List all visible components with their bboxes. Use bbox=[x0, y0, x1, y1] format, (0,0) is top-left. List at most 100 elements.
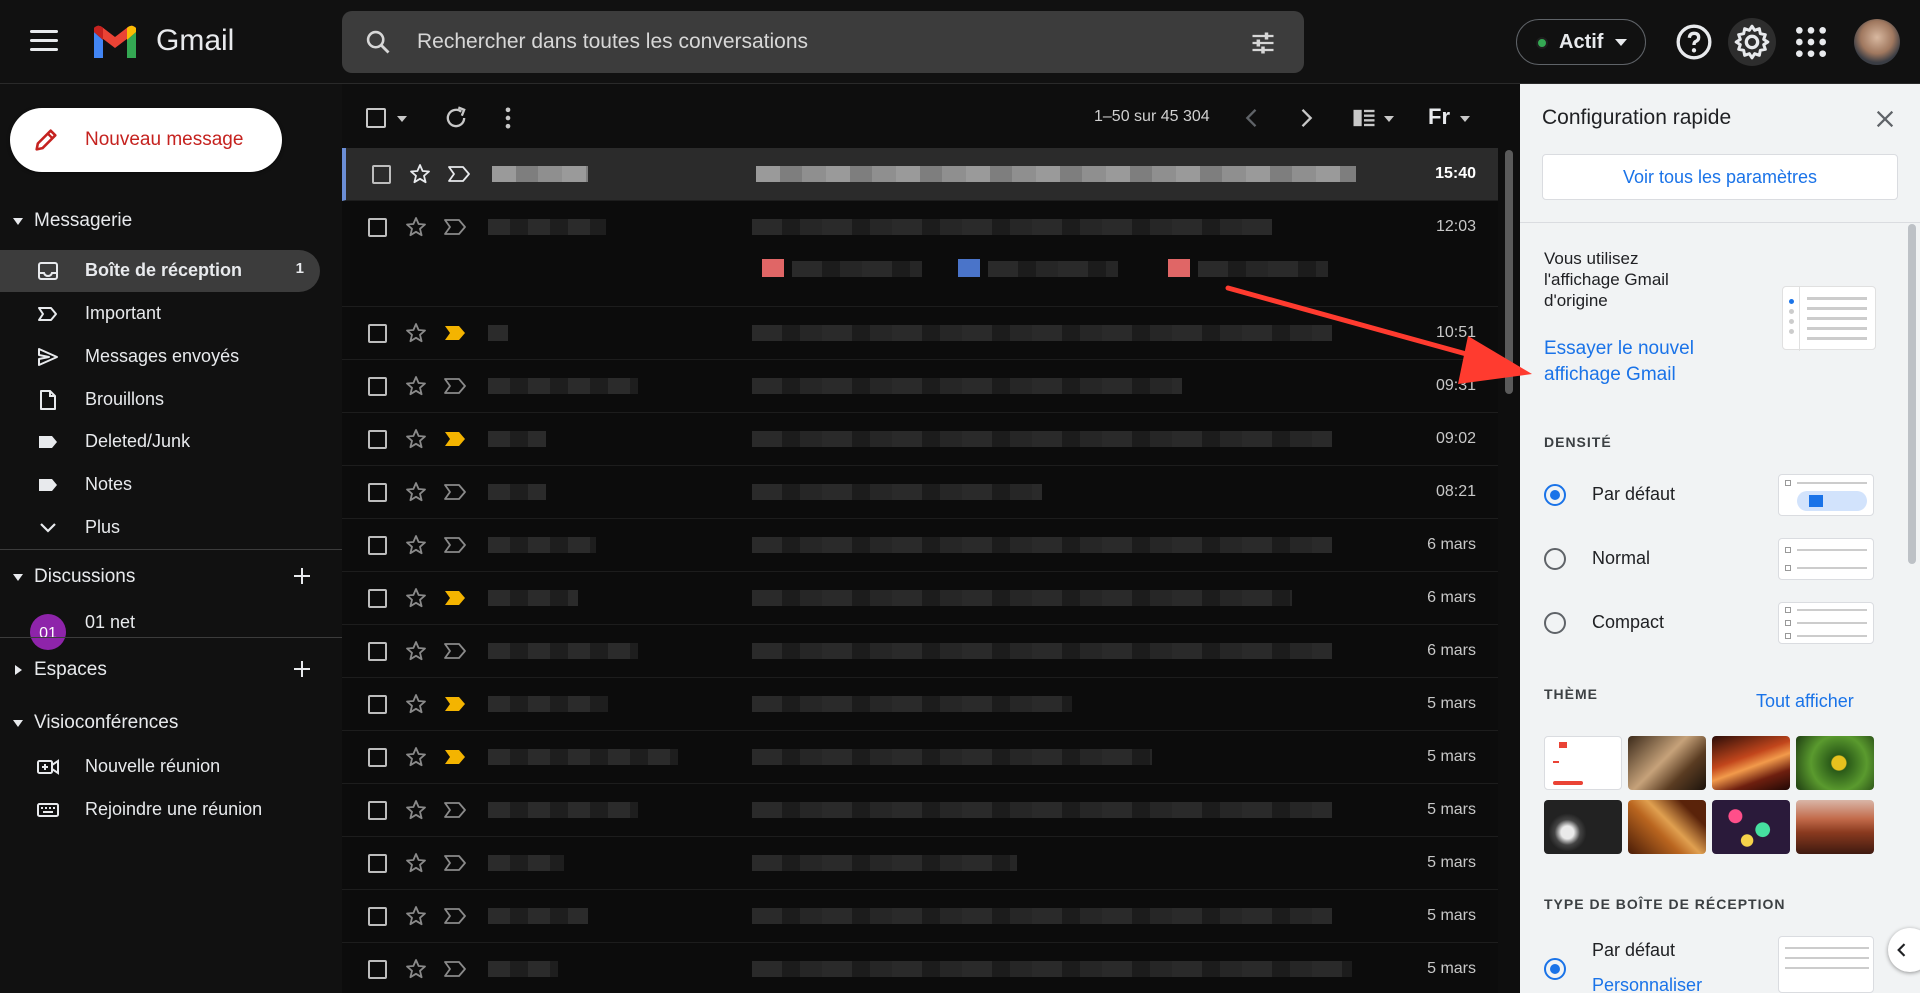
chat-avatar[interactable]: 01 bbox=[30, 614, 66, 650]
help-icon[interactable] bbox=[1674, 22, 1714, 62]
density-default-radio[interactable] bbox=[1544, 484, 1566, 506]
importance-marker-icon[interactable] bbox=[448, 165, 470, 183]
sidebar-item-new-meeting[interactable]: Nouvelle réunion bbox=[0, 746, 320, 788]
row-checkbox[interactable] bbox=[368, 854, 387, 873]
attachment-chip-redacted[interactable] bbox=[762, 259, 784, 277]
star-icon[interactable] bbox=[404, 480, 428, 504]
see-all-settings-button[interactable]: Voir tous les paramètres bbox=[1542, 154, 1898, 200]
language-caret-icon[interactable] bbox=[1460, 116, 1470, 122]
search-bar[interactable]: Rechercher dans toutes les conversations bbox=[342, 11, 1304, 73]
sidebar-item-deleted-junk[interactable]: Deleted/Junk bbox=[0, 421, 320, 463]
importance-marker-icon[interactable] bbox=[444, 483, 466, 501]
importance-marker-icon[interactable] bbox=[444, 960, 466, 978]
importance-marker-icon[interactable] bbox=[444, 854, 466, 872]
importance-marker-icon[interactable] bbox=[444, 536, 466, 554]
row-checkbox[interactable] bbox=[368, 907, 387, 926]
sidebar-item-inbox[interactable]: Boîte de réception 1 bbox=[0, 250, 320, 292]
inbox-type-default-radio[interactable] bbox=[1544, 958, 1566, 980]
star-icon[interactable] bbox=[404, 692, 428, 716]
account-avatar[interactable] bbox=[1854, 19, 1900, 65]
importance-marker-icon[interactable] bbox=[444, 907, 466, 925]
search-options-icon[interactable] bbox=[1248, 29, 1278, 57]
more-vert-icon[interactable] bbox=[494, 104, 522, 132]
theme-chess-thumbnail[interactable] bbox=[1628, 736, 1706, 790]
compose-button[interactable]: Nouveau message bbox=[10, 108, 282, 172]
settings-gear-icon[interactable] bbox=[1732, 22, 1772, 62]
next-page-icon[interactable] bbox=[1292, 104, 1320, 132]
row-checkbox[interactable] bbox=[368, 589, 387, 608]
importance-marker-icon[interactable] bbox=[444, 642, 466, 660]
importance-marker-icon[interactable] bbox=[444, 589, 466, 607]
importance-marker-icon[interactable] bbox=[444, 801, 466, 819]
select-menu-caret-icon[interactable] bbox=[397, 116, 407, 122]
density-compact-radio[interactable] bbox=[1544, 612, 1566, 634]
theme-show-all-link[interactable]: Tout afficher bbox=[1756, 688, 1854, 714]
theme-caterpillar-thumbnail[interactable] bbox=[1796, 736, 1874, 790]
chat-section-header[interactable]: Discussions bbox=[0, 564, 342, 594]
importance-marker-icon[interactable] bbox=[444, 218, 466, 236]
add-space-icon[interactable] bbox=[290, 657, 314, 681]
star-icon[interactable] bbox=[404, 851, 428, 875]
meet-section-header[interactable]: Visioconférences bbox=[0, 710, 342, 740]
row-checkbox[interactable] bbox=[368, 536, 387, 555]
importance-marker-icon[interactable] bbox=[444, 324, 466, 342]
panel-scrollbar-thumb[interactable] bbox=[1908, 224, 1916, 564]
row-checkbox[interactable] bbox=[368, 642, 387, 661]
email-row[interactable]: 09:02 bbox=[342, 413, 1498, 466]
star-icon[interactable] bbox=[404, 427, 428, 451]
star-icon[interactable] bbox=[404, 639, 428, 663]
star-icon[interactable] bbox=[404, 321, 428, 345]
email-row[interactable]: 6 mars bbox=[342, 625, 1498, 678]
chat-item-label[interactable]: 01 net bbox=[85, 612, 135, 633]
search-input[interactable]: Rechercher dans toutes les conversations bbox=[417, 30, 808, 54]
status-selector[interactable]: Actif bbox=[1516, 19, 1646, 65]
apps-grid-icon[interactable] bbox=[1791, 22, 1831, 62]
star-icon[interactable] bbox=[404, 533, 428, 557]
density-normal-radio[interactable] bbox=[1544, 548, 1566, 570]
row-checkbox[interactable] bbox=[368, 430, 387, 449]
sidebar-item-join-meeting[interactable]: Rejoindre une réunion bbox=[0, 789, 320, 831]
density-default-label[interactable]: Par défaut bbox=[1592, 484, 1675, 505]
try-new-view-link-line2[interactable]: affichage Gmail bbox=[1544, 362, 1676, 388]
attachment-chip-redacted[interactable] bbox=[1168, 259, 1190, 277]
theme-tubes-thumbnail[interactable] bbox=[1544, 800, 1622, 854]
email-row[interactable]: 5 mars bbox=[342, 943, 1498, 993]
density-compact-label[interactable]: Compact bbox=[1592, 612, 1664, 633]
email-row[interactable]: 5 mars bbox=[342, 837, 1498, 890]
star-icon[interactable] bbox=[404, 957, 428, 981]
theme-canyon-thumbnail[interactable] bbox=[1712, 736, 1790, 790]
row-checkbox[interactable] bbox=[368, 324, 387, 343]
search-icon[interactable] bbox=[364, 28, 392, 56]
row-checkbox[interactable] bbox=[368, 218, 387, 237]
select-all-checkbox[interactable] bbox=[366, 108, 386, 128]
sidebar-item-more[interactable]: Plus bbox=[0, 507, 320, 549]
sidebar-item-notes[interactable]: Notes bbox=[0, 464, 320, 506]
star-icon[interactable] bbox=[404, 215, 428, 239]
email-row[interactable]: 6 mars bbox=[342, 572, 1498, 625]
sidebar-item-drafts[interactable]: Brouillons bbox=[0, 379, 320, 421]
theme-bokeh-thumbnail[interactable] bbox=[1712, 800, 1790, 854]
attachment-chip-redacted[interactable] bbox=[958, 259, 980, 277]
sidebar-item-important[interactable]: Important bbox=[0, 293, 320, 335]
refresh-icon[interactable] bbox=[442, 104, 470, 132]
spaces-section-header[interactable]: Espaces bbox=[0, 657, 342, 687]
star-icon[interactable] bbox=[404, 586, 428, 610]
split-pane-icon[interactable] bbox=[1350, 104, 1378, 132]
row-checkbox[interactable] bbox=[368, 801, 387, 820]
sidebar-item-sent[interactable]: Messages envoyés bbox=[0, 336, 320, 378]
row-checkbox[interactable] bbox=[368, 695, 387, 714]
email-row[interactable]: 5 mars bbox=[342, 784, 1498, 837]
row-checkbox[interactable] bbox=[368, 377, 387, 396]
main-menu-icon[interactable] bbox=[30, 30, 58, 54]
add-chat-icon[interactable] bbox=[290, 564, 314, 588]
customize-link[interactable]: Personnaliser bbox=[1592, 972, 1702, 993]
importance-marker-icon[interactable] bbox=[444, 748, 466, 766]
email-row[interactable]: 15:40 bbox=[342, 148, 1498, 201]
email-row[interactable]: 5 mars bbox=[342, 731, 1498, 784]
split-pane-caret-icon[interactable] bbox=[1384, 116, 1394, 122]
theme-leaves-thumbnail[interactable] bbox=[1628, 800, 1706, 854]
star-icon[interactable] bbox=[408, 162, 432, 186]
mail-section-header[interactable]: Messagerie bbox=[0, 208, 342, 238]
try-new-view-link-line1[interactable]: Essayer le nouvel bbox=[1544, 336, 1694, 362]
star-icon[interactable] bbox=[404, 745, 428, 769]
